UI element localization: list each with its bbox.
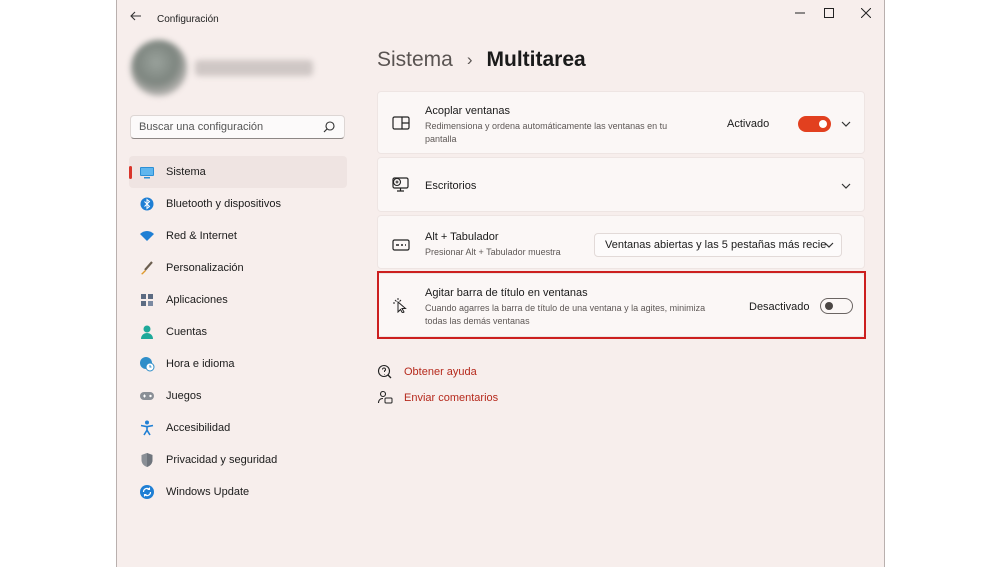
chevron-down-icon[interactable] — [840, 118, 852, 130]
alt-tab-dropdown[interactable]: Ventanas abiertas y las 5 pestañas más r… — [594, 233, 842, 257]
person-icon — [139, 324, 155, 340]
sidebar-item-label: Juegos — [166, 390, 202, 402]
user-profile[interactable] — [131, 40, 341, 100]
minimize-icon — [795, 12, 805, 14]
search-box[interactable] — [130, 115, 345, 139]
get-help-label: Obtener ayuda — [404, 366, 477, 378]
shield-icon — [139, 452, 155, 468]
apps-icon — [139, 292, 155, 308]
search-input[interactable] — [131, 116, 316, 138]
accessibility-icon — [139, 420, 155, 436]
close-button[interactable] — [851, 6, 881, 24]
sidebar-item-juegos[interactable]: Juegos — [129, 380, 347, 412]
snap-title: Acoplar ventanas — [425, 105, 510, 117]
arrow-left-icon — [130, 11, 141, 21]
search-icon[interactable] — [322, 120, 336, 134]
help-icon — [377, 364, 392, 379]
gamepad-icon — [139, 388, 155, 404]
virtual-desktops-icon — [392, 177, 409, 192]
breadcrumb-separator: › — [466, 50, 473, 69]
maximize-button[interactable] — [814, 6, 844, 24]
bluetooth-icon — [139, 196, 155, 212]
alt-tab-selected-value: Ventanas abiertas y las 5 pestañas más r… — [605, 239, 827, 251]
globe-clock-icon — [139, 356, 155, 372]
maximize-icon — [824, 8, 834, 18]
avatar — [131, 40, 187, 96]
minimize-button[interactable] — [785, 6, 815, 24]
window-title: Configuración — [157, 14, 219, 25]
sidebar-item-red[interactable]: Red & Internet — [129, 220, 347, 252]
sidebar-item-windows-update[interactable]: Windows Update — [129, 476, 347, 508]
snap-state-label: Activado — [727, 118, 770, 130]
snap-description: Redimensiona y ordena automáticamente la… — [425, 121, 668, 144]
highlight-box — [377, 271, 866, 339]
sidebar-item-personalizacion[interactable]: Personalización — [129, 252, 347, 284]
alt-tab-card: Alt + Tabulador Presionar Alt + Tabulado… — [377, 215, 865, 269]
sidebar-item-label: Bluetooth y dispositivos — [166, 198, 281, 210]
feedback-icon — [377, 390, 393, 404]
sidebar-item-privacidad[interactable]: Privacidad y seguridad — [129, 444, 347, 476]
send-feedback-label: Enviar comentarios — [404, 392, 499, 404]
close-icon — [860, 7, 872, 19]
sidebar-item-bluetooth[interactable]: Bluetooth y dispositivos — [129, 188, 347, 220]
snap-windows-card[interactable]: Acoplar ventanas Redimensiona y ordena a… — [377, 91, 865, 154]
desktops-card[interactable]: Escritorios — [377, 157, 865, 212]
sidebar-item-label: Cuentas — [166, 326, 207, 338]
sidebar-item-label: Hora e idioma — [166, 358, 235, 370]
desktops-title: Escritorios — [425, 180, 477, 192]
sidebar-item-aplicaciones[interactable]: Aplicaciones — [129, 284, 347, 316]
sidebar-item-label: Aplicaciones — [166, 294, 228, 306]
snap-layout-icon — [392, 116, 410, 130]
keyboard-icon — [392, 239, 410, 251]
monitor-icon — [139, 164, 155, 180]
get-help-link[interactable]: Obtener ayuda — [377, 364, 477, 380]
brush-icon — [139, 260, 155, 276]
chevron-down-icon — [824, 242, 834, 248]
sidebar-item-label: Privacidad y seguridad — [166, 454, 278, 466]
sidebar-item-label: Windows Update — [166, 486, 250, 498]
sidebar-item-label: Red & Internet — [166, 230, 237, 242]
breadcrumb: Sistema › Multitarea — [377, 48, 586, 72]
snap-toggle[interactable] — [798, 116, 831, 132]
breadcrumb-parent[interactable]: Sistema — [377, 48, 453, 72]
sidebar-item-accesibilidad[interactable]: Accesibilidad — [129, 412, 347, 444]
sidebar-nav: Sistema Bluetooth y dispositivos Red & I… — [129, 156, 347, 508]
sidebar-item-label: Personalización — [166, 262, 244, 274]
sidebar-item-sistema[interactable]: Sistema — [129, 156, 347, 188]
back-button[interactable] — [127, 9, 145, 27]
send-feedback-link[interactable]: Enviar comentarios — [377, 390, 498, 406]
page-title: Multitarea — [486, 48, 586, 71]
wifi-icon — [139, 228, 155, 244]
sidebar-item-hora[interactable]: Hora e idioma — [129, 348, 347, 380]
sidebar-item-label: Sistema — [166, 166, 206, 178]
title-bar: Configuración — [117, 0, 884, 34]
user-name-blurred — [195, 60, 313, 76]
settings-window: Configuración Sistema Bluetooth y dispos… — [116, 0, 885, 567]
sidebar-item-cuentas[interactable]: Cuentas — [129, 316, 347, 348]
update-icon — [139, 484, 155, 500]
alt-tab-title: Alt + Tabulador — [425, 231, 499, 243]
chevron-down-icon[interactable] — [840, 180, 852, 192]
sidebar-item-label: Accesibilidad — [166, 422, 231, 434]
